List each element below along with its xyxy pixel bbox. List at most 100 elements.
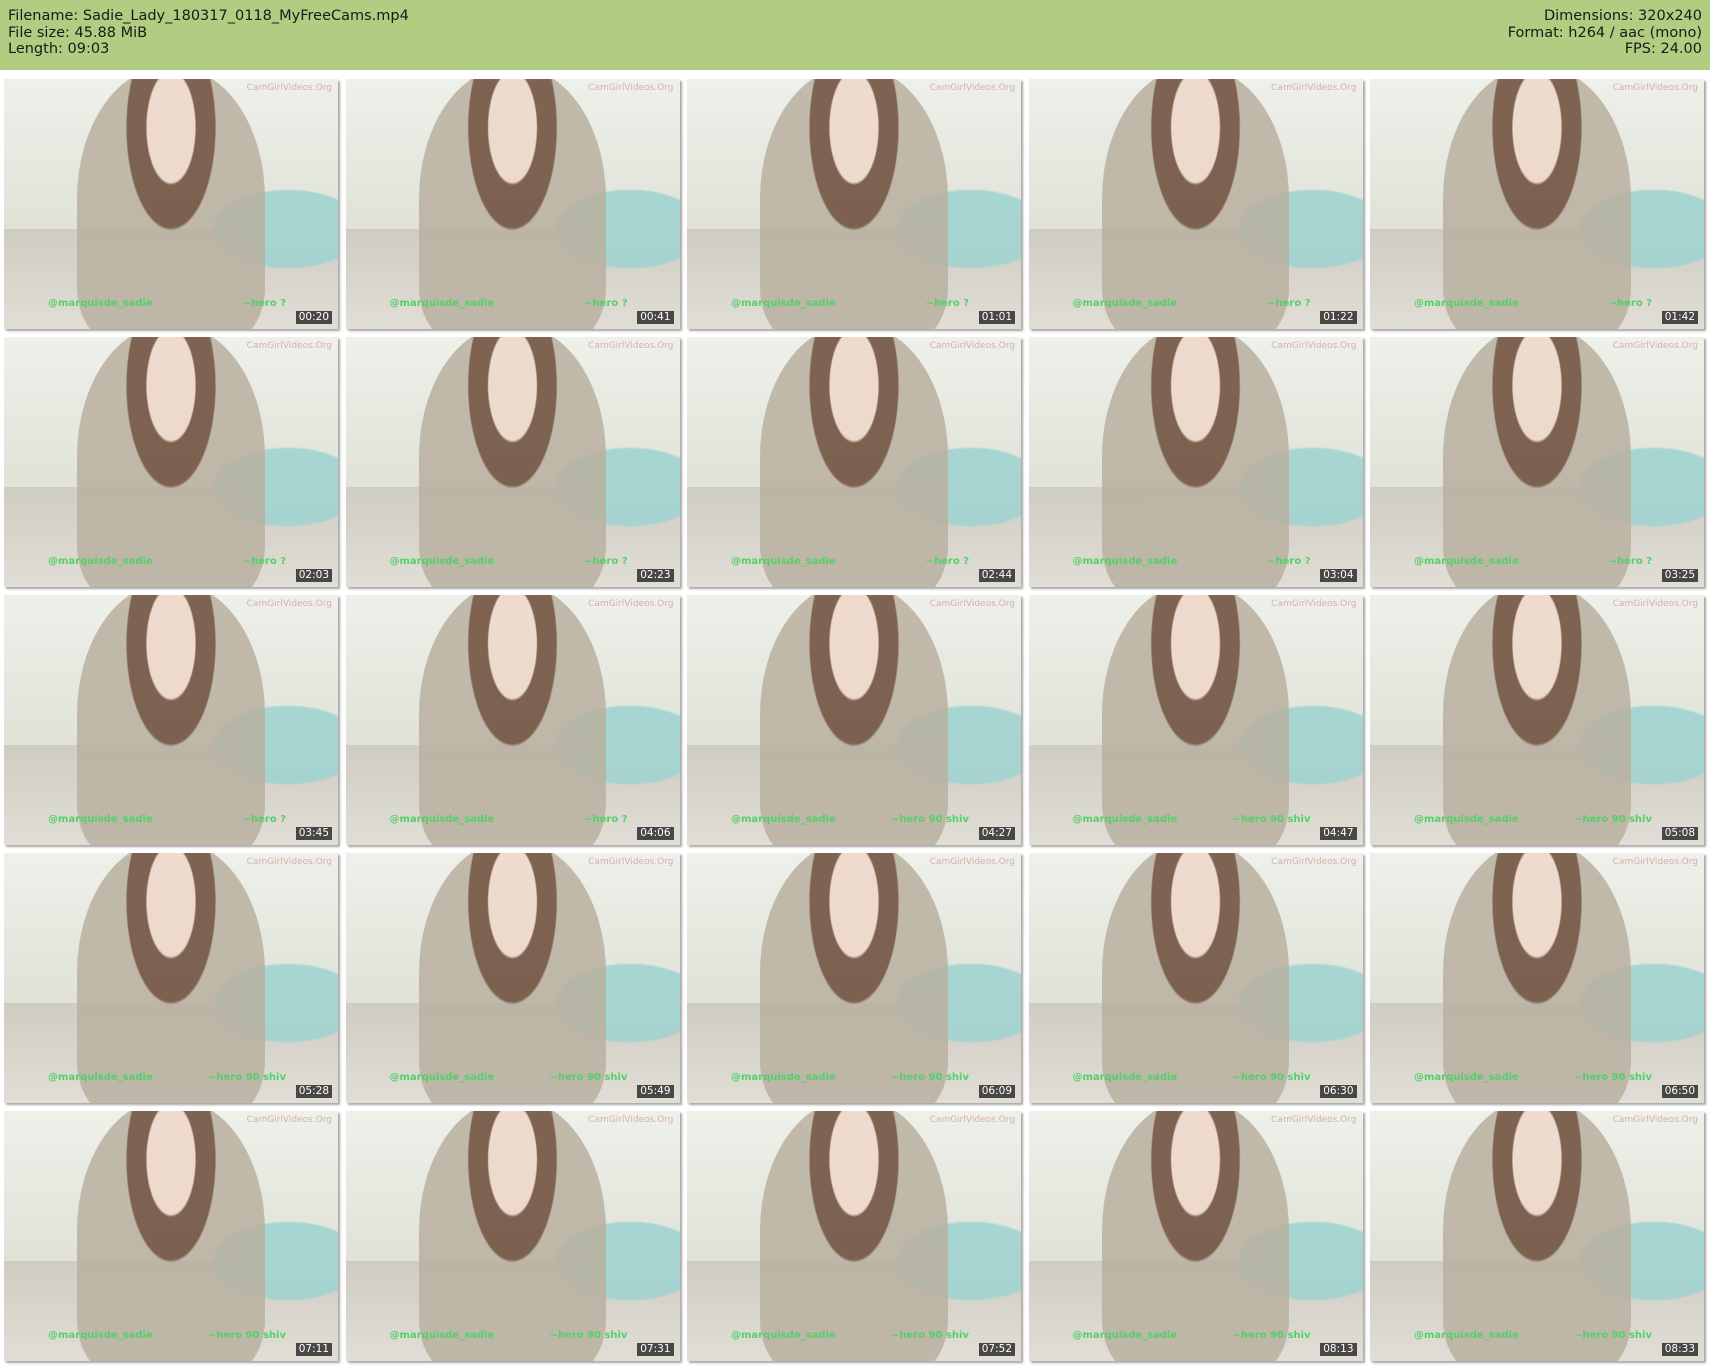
person-figure bbox=[1101, 1111, 1289, 1361]
caption-left: @marquisde_sadie bbox=[48, 814, 153, 825]
person-figure bbox=[1101, 853, 1289, 1103]
video-thumbnail[interactable]: CamGirlVideos.Org @marquisde_sadie ~hero 9… bbox=[1370, 595, 1704, 845]
person-figure bbox=[760, 1111, 948, 1361]
person-figure bbox=[418, 79, 606, 329]
watermark-text: CamGirlVideos.Org bbox=[929, 1115, 1015, 1125]
timestamp-badge: 06:50 bbox=[1661, 1085, 1698, 1098]
watermark-text: CamGirlVideos.Org bbox=[246, 599, 332, 609]
video-thumbnail[interactable]: CamGirlVideos.Org @marquisde_sadie ~hero ?… bbox=[1028, 79, 1363, 329]
person-figure bbox=[1101, 595, 1289, 845]
person-figure bbox=[1443, 1111, 1631, 1361]
caption-right: ~hero ? bbox=[584, 556, 628, 567]
caption-right: ~hero 90 shiv bbox=[891, 1330, 969, 1341]
person-figure bbox=[77, 853, 265, 1103]
timestamp-badge: 04:47 bbox=[1320, 827, 1357, 840]
video-thumbnail[interactable]: CamGirlVideos.Org @marquisde_sadie ~hero ?… bbox=[345, 595, 680, 845]
caption-right: ~hero 90 shiv bbox=[1574, 814, 1652, 825]
caption-right: ~hero ? bbox=[925, 556, 969, 567]
video-thumbnail[interactable]: CamGirlVideos.Org @marquisde_sadie ~hero 9… bbox=[1370, 1111, 1704, 1361]
watermark-text: CamGirlVideos.Org bbox=[1271, 857, 1357, 867]
person-figure bbox=[1101, 337, 1289, 587]
person-figure bbox=[1101, 79, 1289, 329]
caption-left: @marquisde_sadie bbox=[1414, 1072, 1519, 1083]
video-thumbnail[interactable]: CamGirlVideos.Org @marquisde_sadie ~hero 9… bbox=[687, 595, 1021, 845]
video-thumbnail[interactable]: CamGirlVideos.Org @marquisde_sadie ~hero ?… bbox=[4, 595, 338, 845]
video-thumbnail[interactable]: CamGirlVideos.Org @marquisde_sadie ~hero 9… bbox=[1028, 1111, 1363, 1361]
video-thumbnail[interactable]: CamGirlVideos.Org @marquisde_sadie ~hero 9… bbox=[1370, 853, 1704, 1103]
caption-left: @marquisde_sadie bbox=[1414, 814, 1519, 825]
video-thumbnail[interactable]: CamGirlVideos.Org @marquisde_sadie ~hero ?… bbox=[4, 79, 338, 329]
caption-right: ~hero 90 shiv bbox=[208, 1330, 286, 1341]
caption-right: ~hero ? bbox=[242, 814, 286, 825]
video-thumbnail[interactable]: CamGirlVideos.Org @marquisde_sadie ~hero ?… bbox=[687, 337, 1021, 587]
caption-right: ~hero ? bbox=[584, 814, 628, 825]
person-figure bbox=[77, 1111, 265, 1361]
video-thumbnail[interactable]: CamGirlVideos.Org @marquisde_sadie ~hero ?… bbox=[687, 79, 1021, 329]
video-thumbnail[interactable]: CamGirlVideos.Org @marquisde_sadie ~hero 9… bbox=[4, 1111, 338, 1361]
person-figure bbox=[1443, 337, 1631, 587]
watermark-text: CamGirlVideos.Org bbox=[1271, 599, 1357, 609]
caption-right: ~hero ? bbox=[242, 556, 286, 567]
watermark-text: CamGirlVideos.Org bbox=[1612, 83, 1698, 93]
timestamp-badge: 06:30 bbox=[1320, 1085, 1357, 1098]
caption-left: @marquisde_sadie bbox=[1072, 556, 1178, 567]
timestamp-badge: 02:03 bbox=[295, 569, 332, 582]
timestamp-badge: 01:01 bbox=[978, 311, 1015, 324]
video-thumbnail[interactable]: CamGirlVideos.Org @marquisde_sadie ~hero 9… bbox=[687, 853, 1021, 1103]
caption-right: ~hero ? bbox=[1267, 556, 1311, 567]
timestamp-badge: 04:27 bbox=[978, 827, 1015, 840]
person-figure bbox=[77, 337, 265, 587]
watermark-text: CamGirlVideos.Org bbox=[929, 83, 1015, 93]
timestamp-badge: 08:13 bbox=[1320, 1343, 1357, 1356]
video-thumbnail[interactable]: CamGirlVideos.Org @marquisde_sadie ~hero ?… bbox=[345, 337, 680, 587]
video-thumbnail[interactable]: CamGirlVideos.Org @marquisde_sadie ~hero ?… bbox=[345, 79, 680, 329]
video-thumbnail[interactable]: CamGirlVideos.Org @marquisde_sadie ~hero ?… bbox=[1370, 337, 1704, 587]
person-figure bbox=[1443, 595, 1631, 845]
person-figure bbox=[418, 1111, 606, 1361]
caption-left: @marquisde_sadie bbox=[731, 298, 836, 309]
watermark-text: CamGirlVideos.Org bbox=[246, 857, 332, 867]
watermark-text: CamGirlVideos.Org bbox=[1612, 857, 1698, 867]
caption-left: @marquisde_sadie bbox=[731, 814, 836, 825]
caption-right: ~hero 90 shiv bbox=[1232, 1330, 1311, 1341]
info-header: Filename: Sadie_Lady_180317_0118_MyFreeC… bbox=[0, 0, 1710, 70]
video-thumbnail[interactable]: CamGirlVideos.Org @marquisde_sadie ~hero 9… bbox=[687, 1111, 1021, 1361]
timestamp-badge: 03:04 bbox=[1320, 569, 1357, 582]
person-figure bbox=[760, 595, 948, 845]
caption-left: @marquisde_sadie bbox=[731, 1330, 836, 1341]
video-thumbnail[interactable]: CamGirlVideos.Org @marquisde_sadie ~hero 9… bbox=[1028, 853, 1363, 1103]
watermark-text: CamGirlVideos.Org bbox=[1271, 341, 1357, 351]
filesize-text: File size: 45.88 MiB bbox=[8, 24, 148, 41]
timestamp-badge: 02:44 bbox=[978, 569, 1015, 582]
watermark-text: CamGirlVideos.Org bbox=[246, 341, 332, 351]
caption-right: ~hero 90 shiv bbox=[891, 1072, 969, 1083]
person-figure bbox=[760, 79, 948, 329]
video-thumbnail[interactable]: CamGirlVideos.Org @marquisde_sadie ~hero 9… bbox=[1028, 595, 1363, 845]
caption-right: ~hero 90 shiv bbox=[891, 814, 969, 825]
caption-left: @marquisde_sadie bbox=[1072, 814, 1178, 825]
caption-right: ~hero ? bbox=[1608, 556, 1652, 567]
video-thumbnail[interactable]: CamGirlVideos.Org @marquisde_sadie ~hero ?… bbox=[4, 337, 338, 587]
file-info-right: Dimensions: 320x240 Format: h264 / aac (m… bbox=[1508, 8, 1702, 58]
caption-left: @marquisde_sadie bbox=[389, 556, 495, 567]
caption-left: @marquisde_sadie bbox=[731, 556, 836, 567]
watermark-text: CamGirlVideos.Org bbox=[1271, 1115, 1357, 1125]
filename-text: Filename: Sadie_Lady_180317_0118_MyFreeC… bbox=[8, 8, 409, 24]
thumbnail-grid: CamGirlVideos.Org @marquisde_sadie ~hero ?… bbox=[4, 79, 1704, 1361]
video-thumbnail[interactable]: CamGirlVideos.Org @marquisde_sadie ~hero 9… bbox=[345, 1111, 680, 1361]
watermark-text: CamGirlVideos.Org bbox=[929, 599, 1015, 609]
video-thumbnail[interactable]: CamGirlVideos.Org @marquisde_sadie ~hero ?… bbox=[1370, 79, 1704, 329]
caption-right: ~hero ? bbox=[925, 298, 969, 309]
caption-left: @marquisde_sadie bbox=[389, 814, 495, 825]
video-thumbnail[interactable]: CamGirlVideos.Org @marquisde_sadie ~hero ?… bbox=[1028, 337, 1363, 587]
video-thumbnail[interactable]: CamGirlVideos.Org @marquisde_sadie ~hero 9… bbox=[345, 853, 680, 1103]
person-figure bbox=[760, 853, 948, 1103]
caption-left: @marquisde_sadie bbox=[389, 1330, 495, 1341]
timestamp-badge: 00:41 bbox=[637, 311, 674, 324]
caption-right: ~hero 90 shiv bbox=[1574, 1330, 1652, 1341]
timestamp-badge: 05:08 bbox=[1661, 827, 1698, 840]
video-thumbnail[interactable]: CamGirlVideos.Org @marquisde_sadie ~hero 9… bbox=[4, 853, 338, 1103]
watermark-text: CamGirlVideos.Org bbox=[1612, 1115, 1698, 1125]
caption-right: ~hero ? bbox=[584, 298, 628, 309]
timestamp-badge: 00:20 bbox=[295, 311, 332, 324]
